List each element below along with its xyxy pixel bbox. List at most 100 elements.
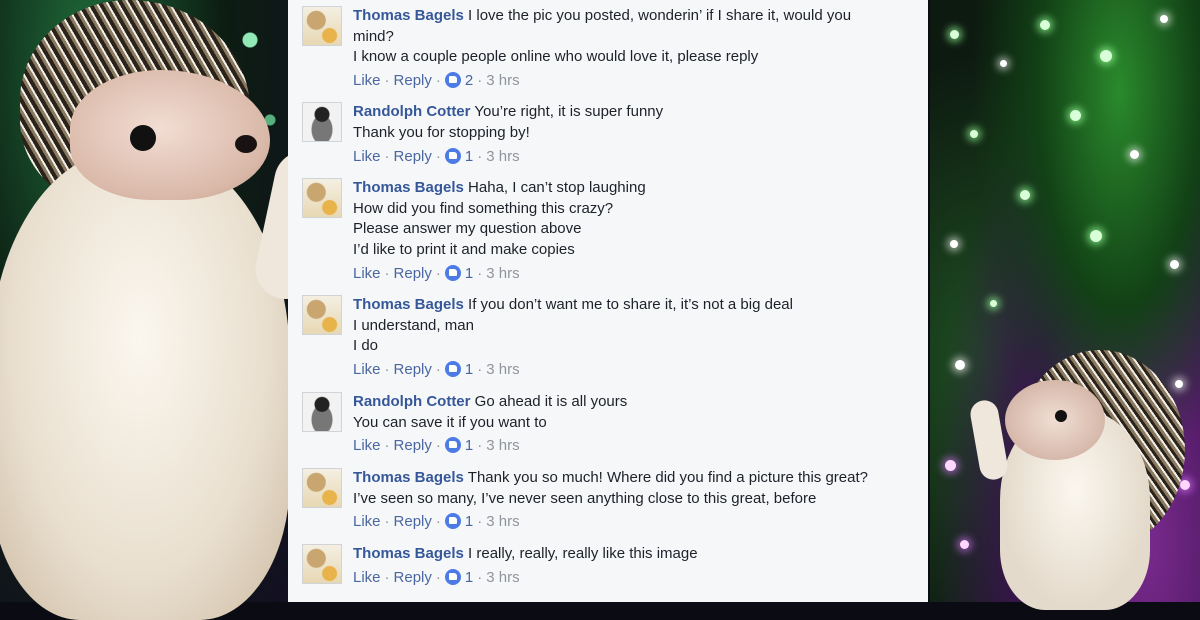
comment-text: I’d like to print it and make copies <box>353 240 575 258</box>
avatar[interactable] <box>302 295 342 335</box>
comment-actions: Like · Reply · 1 · 3 hrs <box>353 569 520 586</box>
comment-text: Go ahead it is all yours <box>474 393 628 410</box>
separator: · <box>384 361 390 378</box>
comment-text: You can save it if you want to <box>353 413 547 431</box>
comment-author[interactable]: Thomas Bagels <box>353 296 464 313</box>
like-count[interactable]: 1 <box>465 361 473 378</box>
comment-text: I understand, man <box>353 316 474 334</box>
avatar[interactable] <box>302 544 342 584</box>
comment-text: You’re right, it is super funny <box>474 103 664 120</box>
like-button[interactable]: Like <box>353 569 381 586</box>
separator: · <box>435 569 441 586</box>
comment-body: Thomas Bagels Thank you so much! Where d… <box>353 468 913 509</box>
separator: · <box>477 569 483 586</box>
reply-button[interactable]: Reply <box>394 361 432 378</box>
timestamp[interactable]: 3 hrs <box>486 265 519 282</box>
comment-actions: Like · Reply · 1 · 3 hrs <box>353 437 520 454</box>
thumbs-up-icon[interactable] <box>444 513 461 529</box>
comment-author[interactable]: Thomas Bagels <box>353 179 464 196</box>
like-count[interactable]: 1 <box>465 513 473 530</box>
like-count[interactable]: 1 <box>465 265 473 282</box>
like-count[interactable]: 1 <box>465 569 473 586</box>
separator: · <box>435 265 441 282</box>
reply-button[interactable]: Reply <box>394 513 432 530</box>
separator: · <box>384 513 390 530</box>
comment-body: Randolph Cotter Go ahead it is all yours… <box>353 392 913 433</box>
comment-text: Thank you so much! Where did you find a … <box>467 469 868 486</box>
thumbs-up-icon[interactable] <box>444 361 461 377</box>
separator: · <box>384 148 390 165</box>
separator: · <box>435 437 441 454</box>
comment-actions: Like · Reply · 1 · 3 hrs <box>353 361 520 378</box>
avatar[interactable] <box>302 102 342 142</box>
separator: · <box>435 148 441 165</box>
like-button[interactable]: Like <box>353 72 381 89</box>
reply-button[interactable]: Reply <box>394 569 432 586</box>
thumbs-up-icon[interactable] <box>444 437 461 453</box>
timestamp[interactable]: 3 hrs <box>486 513 519 530</box>
separator: · <box>477 72 483 89</box>
comment-actions: Like · Reply · 2 · 3 hrs <box>353 72 520 89</box>
separator: · <box>477 437 483 454</box>
separator: · <box>477 265 483 282</box>
avatar[interactable] <box>302 6 342 46</box>
like-button[interactable]: Like <box>353 437 381 454</box>
reply-button[interactable]: Reply <box>394 265 432 282</box>
timestamp[interactable]: 3 hrs <box>486 148 519 165</box>
comments-panel: Thomas Bagels I love the pic you posted,… <box>288 0 928 602</box>
separator: · <box>435 361 441 378</box>
comment-text: Please answer my question above <box>353 220 582 238</box>
comment-text: I love the pic you posted, wonderin’ if … <box>468 7 852 24</box>
timestamp[interactable]: 3 hrs <box>486 569 519 586</box>
separator: · <box>477 513 483 530</box>
thumbs-up-icon[interactable] <box>444 72 461 88</box>
like-count[interactable]: 2 <box>465 72 473 89</box>
separator: · <box>435 513 441 530</box>
separator: · <box>477 361 483 378</box>
comment-body: Thomas Bagels I really, really, really l… <box>353 544 913 565</box>
like-button[interactable]: Like <box>353 265 381 282</box>
comment-text: Haha, I can’t stop laughing <box>468 179 646 196</box>
comment-body: Thomas Bagels If you don’t want me to sh… <box>353 295 913 357</box>
comment-text: I do <box>353 337 379 355</box>
comment-text: How did you find something this crazy? <box>353 199 614 217</box>
hedgehog-image-right <box>968 350 1185 610</box>
separator: · <box>384 265 390 282</box>
like-button[interactable]: Like <box>353 361 381 378</box>
timestamp[interactable]: 3 hrs <box>486 437 519 454</box>
comment-author[interactable]: Randolph Cotter <box>353 103 471 120</box>
reply-button[interactable]: Reply <box>394 148 432 165</box>
thumbs-up-icon[interactable] <box>444 569 461 585</box>
comment-body: Thomas Bagels I love the pic you posted,… <box>353 6 913 68</box>
like-count[interactable]: 1 <box>465 148 473 165</box>
comment-author[interactable]: Randolph Cotter <box>353 393 471 410</box>
reply-button[interactable]: Reply <box>394 437 432 454</box>
timestamp[interactable]: 3 hrs <box>486 361 519 378</box>
avatar[interactable] <box>302 392 342 432</box>
avatar[interactable] <box>302 468 342 508</box>
like-button[interactable]: Like <box>353 148 381 165</box>
separator: · <box>435 72 441 89</box>
thumbs-up-icon[interactable] <box>444 265 461 281</box>
separator: · <box>477 148 483 165</box>
comment-author[interactable]: Thomas Bagels <box>353 469 464 486</box>
like-button[interactable]: Like <box>353 513 381 530</box>
hedgehog-image-left <box>0 0 340 620</box>
timestamp[interactable]: 3 hrs <box>486 72 519 89</box>
comment-author[interactable]: Thomas Bagels <box>353 7 464 24</box>
avatar[interactable] <box>302 178 342 218</box>
comment-body: Thomas Bagels Haha, I can’t stop laughin… <box>353 178 913 260</box>
comment-actions: Like · Reply · 1 · 3 hrs <box>353 148 520 165</box>
comment-text: I know a couple people online who would … <box>353 48 759 66</box>
separator: · <box>384 569 390 586</box>
separator: · <box>384 437 390 454</box>
comment-text: mind? <box>353 27 394 45</box>
comment-text: If you don’t want me to share it, it’s n… <box>468 296 793 313</box>
reply-button[interactable]: Reply <box>394 72 432 89</box>
comment-actions: Like · Reply · 1 · 3 hrs <box>353 265 520 282</box>
comment-actions: Like · Reply · 1 · 3 hrs <box>353 513 520 530</box>
like-count[interactable]: 1 <box>465 437 473 454</box>
thumbs-up-icon[interactable] <box>444 148 461 164</box>
comment-author[interactable]: Thomas Bagels <box>353 545 464 562</box>
separator: · <box>384 72 390 89</box>
